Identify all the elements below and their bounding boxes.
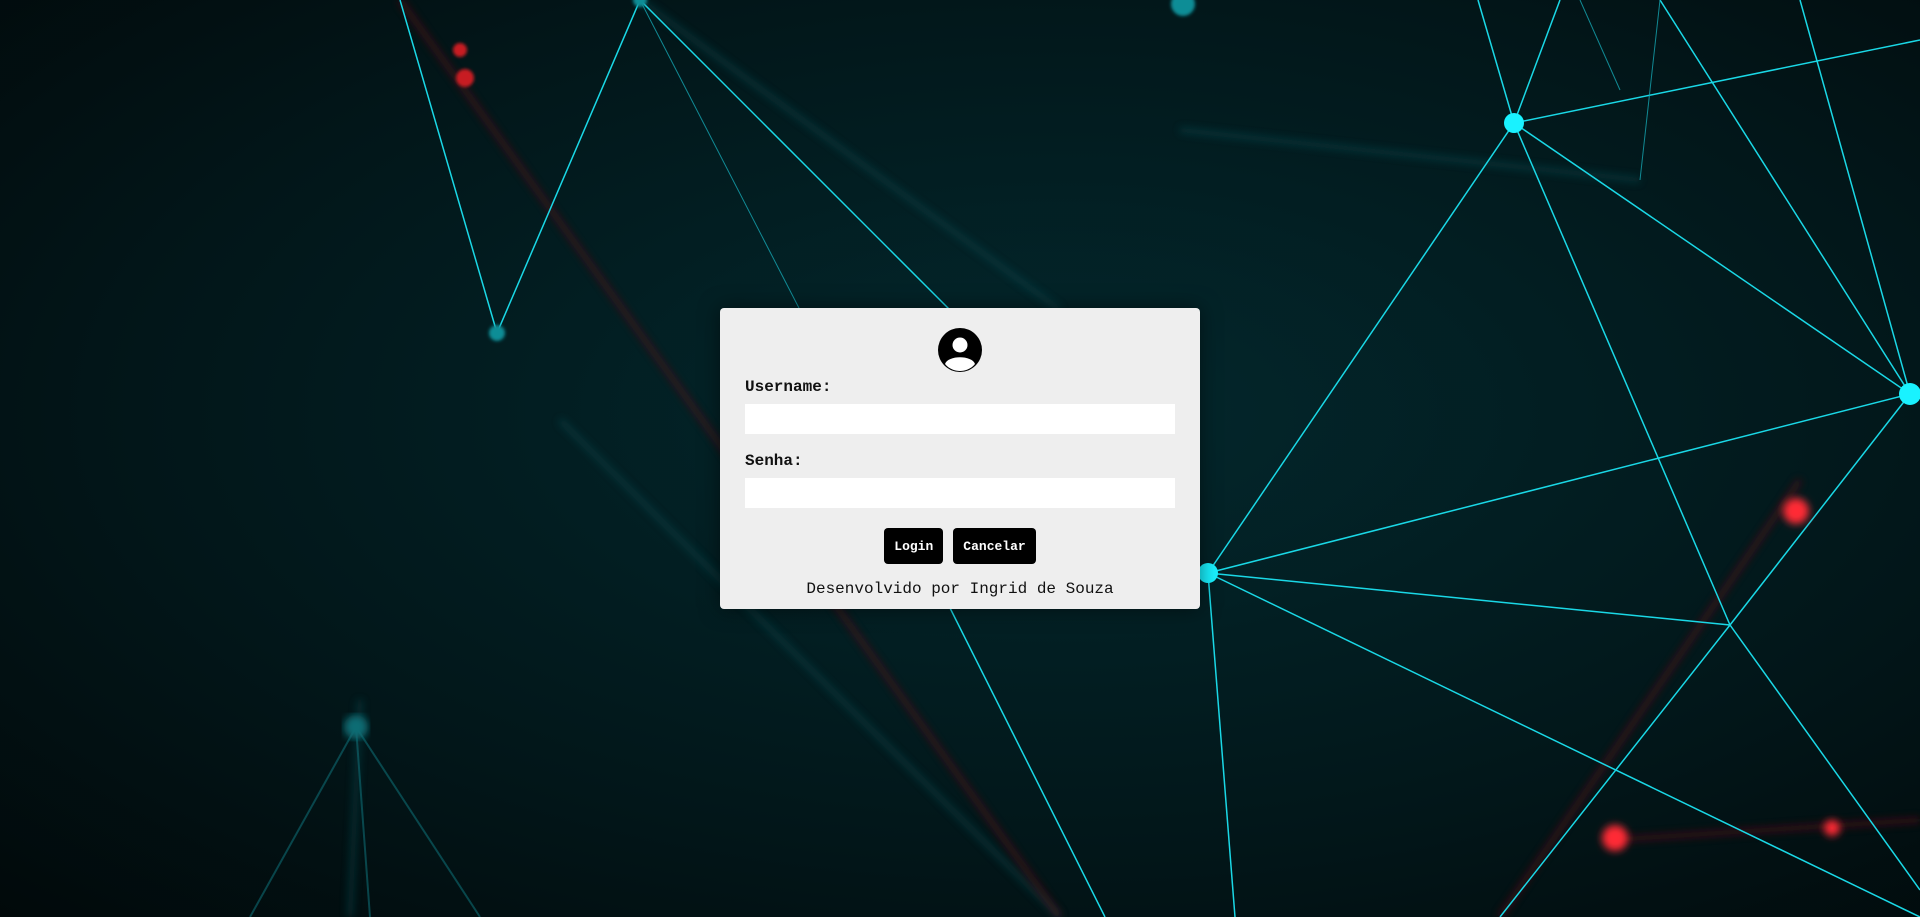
username-input[interactable] bbox=[745, 404, 1175, 434]
password-label: Senha: bbox=[745, 452, 803, 470]
button-row: Login Cancelar bbox=[745, 528, 1175, 564]
login-card: Username: Senha: Login Cancelar Desenvol… bbox=[720, 308, 1200, 609]
username-label: Username: bbox=[745, 378, 832, 396]
login-button[interactable]: Login bbox=[884, 528, 944, 564]
cancel-button[interactable]: Cancelar bbox=[953, 528, 1036, 564]
password-input[interactable] bbox=[745, 478, 1175, 508]
developer-credit: Desenvolvido por Ingrid de Souza bbox=[806, 580, 1114, 598]
user-avatar-icon bbox=[938, 328, 982, 372]
